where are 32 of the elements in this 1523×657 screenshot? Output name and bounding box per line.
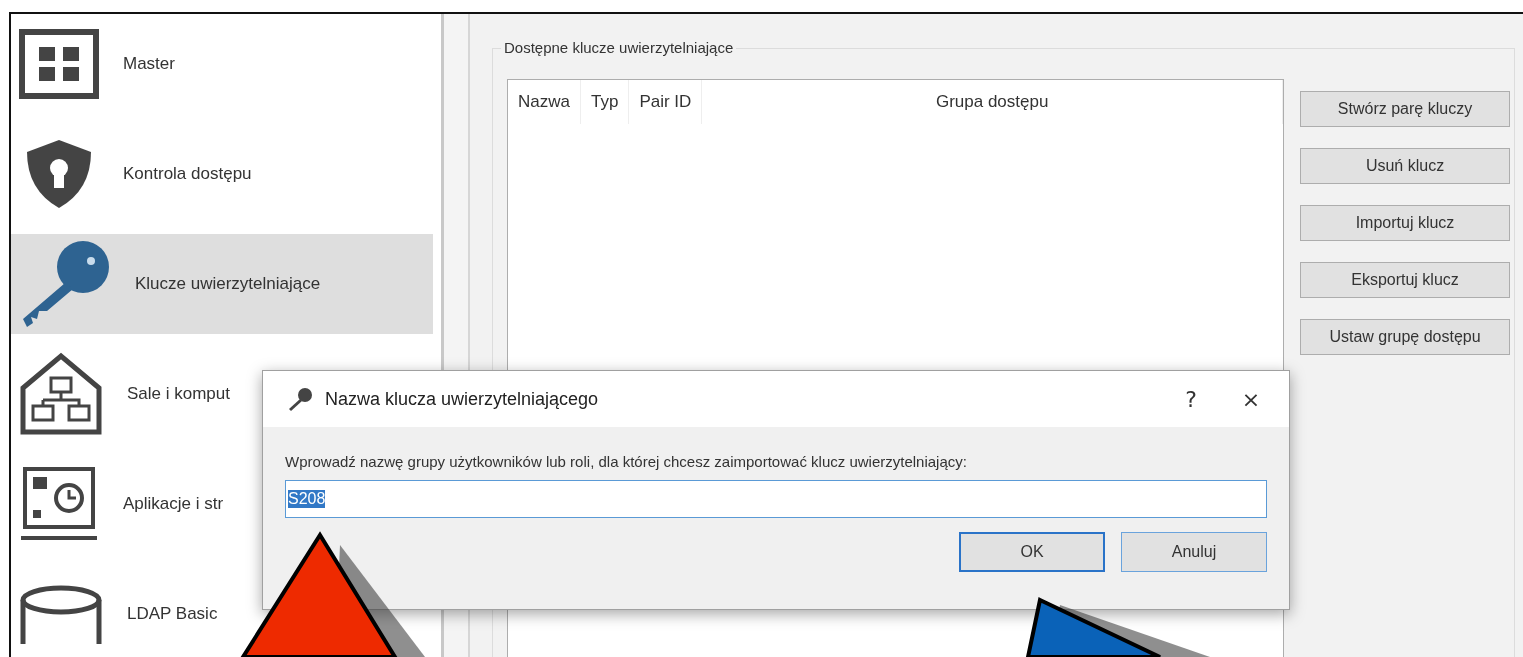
key-icon: [287, 387, 313, 411]
sidebar-item-label: Sale i komput: [127, 384, 230, 404]
apps-clock-icon: [19, 466, 99, 542]
prompt-text: Wprowadź nazwę grupy użytkowników lub roli, dla której chcesz zaimportować klucz uwierzytelniający:: [285, 453, 968, 470]
sidebar-item-label: Klucze uwierzytelniające: [135, 274, 321, 294]
sidebar-item-label: Master: [123, 54, 175, 74]
input-field[interactable]: S208: [285, 480, 1267, 518]
column-header[interactable]: Typ: [580, 80, 630, 124]
sidebar-item-label: LDAP Basic: [127, 604, 218, 624]
column-header[interactable]: Pair ID: [629, 80, 703, 124]
group-title: Dostępne klucze uwierzytelniające: [501, 39, 737, 56]
action-button[interactable]: Usuń klucz: [1300, 148, 1510, 184]
column-header[interactable]: Nazwa: [508, 80, 581, 124]
dialog-title: Nazwa klucza uwierzytelniającego: [325, 388, 600, 410]
input-value: S208: [288, 490, 326, 508]
action-button[interactable]: Ustaw grupę dostępu: [1300, 319, 1510, 355]
dialog-button[interactable]: Anuluj: [1121, 532, 1267, 572]
dialog-button[interactable]: OK: [959, 532, 1105, 572]
sidebar-item-label: Aplikacje i str: [123, 494, 224, 514]
sidebar-item-label: Kontrola dostępu: [123, 164, 252, 184]
action-button[interactable]: Eksportuj klucz: [1300, 262, 1510, 298]
action-button[interactable]: Stwórz parę kluczy: [1300, 91, 1510, 127]
help-button[interactable]: ?: [1167, 379, 1215, 419]
sidebar-item[interactable]: Master: [11, 14, 434, 114]
action-button[interactable]: Importuj klucz: [1300, 205, 1510, 241]
house-computers-icon: [19, 352, 103, 436]
grid-icon: [19, 29, 99, 99]
database-icon: [19, 584, 103, 644]
column-header[interactable]: Grupa dostępu: [702, 80, 1283, 124]
sidebar-item[interactable]: Klucze uwierzytelniające: [11, 234, 434, 334]
close-button[interactable]: ×: [1227, 379, 1275, 419]
sidebar-item[interactable]: Kontrola dostępu: [11, 124, 434, 224]
